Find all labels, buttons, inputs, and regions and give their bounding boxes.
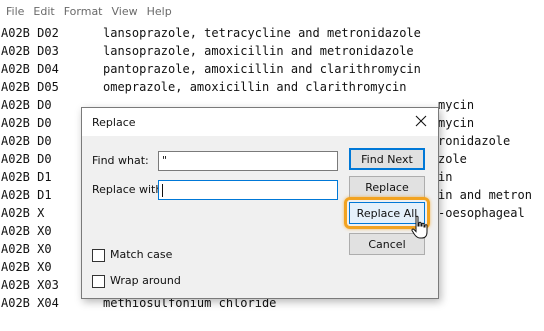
find-what-input[interactable]: " xyxy=(158,151,338,171)
hand-cursor-icon xyxy=(411,215,428,239)
wrap-around-checkbox[interactable] xyxy=(92,275,105,288)
menu-edit[interactable]: Edit xyxy=(30,5,57,18)
dialog-titlebar[interactable]: Replace xyxy=(82,108,438,136)
line-code: A02B D0 xyxy=(1,134,52,148)
line-code: A02B X03 xyxy=(1,278,59,292)
line-code: A02B D0 xyxy=(1,116,52,130)
line-description: pantoprazole, amoxicillin and clarithrom… xyxy=(103,62,421,76)
replace-button[interactable]: Replace xyxy=(349,176,425,198)
line-description: in and metron xyxy=(438,188,532,202)
replace-dialog: Replace Find what: " Replace with: Find … xyxy=(81,107,439,299)
line-code: A02B D02 xyxy=(1,26,59,40)
line-description: lansoprazole, amoxicillin and metronidaz… xyxy=(103,44,414,58)
line-description: ronidazole xyxy=(438,134,511,148)
line-description: zole xyxy=(438,152,467,166)
menu-help[interactable]: Help xyxy=(144,5,175,18)
line-code: A02B D0 xyxy=(1,98,52,112)
line-description: -oesophageal xyxy=(438,206,525,220)
line-code: A02B X0 xyxy=(1,260,52,274)
line-code: A02B D05 xyxy=(1,80,59,94)
line-description: lansoprazole, tetracycline and metronida… xyxy=(103,26,421,40)
menu-view[interactable]: View xyxy=(109,5,141,18)
line-code: A02B D04 xyxy=(1,62,59,76)
close-icon[interactable] xyxy=(412,112,430,130)
line-description: in xyxy=(438,170,453,184)
dialog-title: Replace xyxy=(92,116,136,129)
line-code: A02B D1 xyxy=(1,188,52,202)
line-description: omeprazole, amoxicillin and clarithromyc… xyxy=(103,80,407,94)
menu-format[interactable]: Format xyxy=(61,5,106,18)
line-code: A02B X0 xyxy=(1,242,52,256)
line-code: A02B X0 xyxy=(1,224,52,238)
replace-with-input[interactable] xyxy=(158,180,338,200)
line-code: A02B D0 xyxy=(1,152,52,166)
line-code: A02B X04 xyxy=(1,296,59,310)
find-next-button[interactable]: Find Next xyxy=(349,148,425,170)
notepad-window: File Edit Format View Help A02B D02 lanso… xyxy=(0,0,544,331)
wrap-around-label: Wrap around xyxy=(110,274,181,287)
line-description: mycin xyxy=(438,116,475,130)
line-code: A02B D03 xyxy=(1,44,59,58)
line-code: A02B D1 xyxy=(1,170,52,184)
line-description: mycin xyxy=(438,98,475,112)
line-code: A02B X xyxy=(1,206,45,220)
match-case-checkbox[interactable] xyxy=(92,249,105,262)
menu-file[interactable]: File xyxy=(3,5,27,18)
find-what-label: Find what: xyxy=(92,154,149,167)
menu-bar: File Edit Format View Help xyxy=(0,0,544,22)
replace-with-label: Replace with: xyxy=(92,183,167,196)
match-case-label: Match case xyxy=(110,248,173,261)
text-caret xyxy=(162,184,163,197)
find-what-value: " xyxy=(162,154,168,167)
